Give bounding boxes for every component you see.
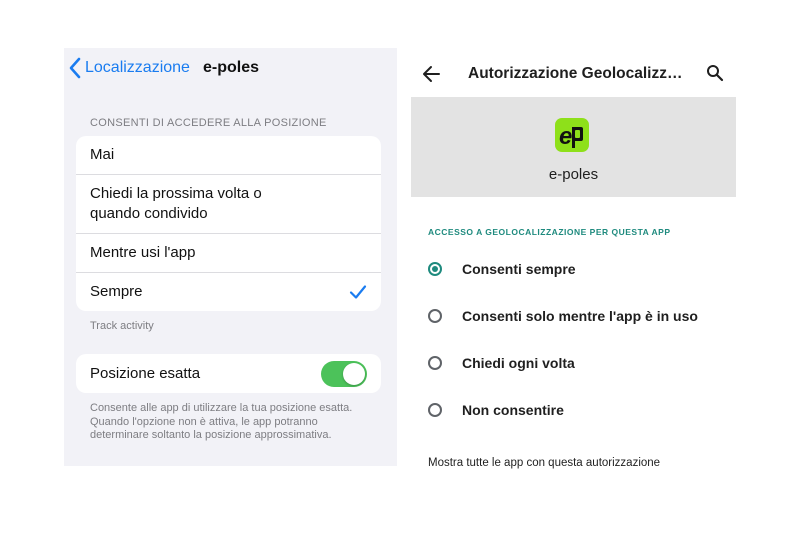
option-label: Consenti sempre (462, 261, 576, 277)
app-bar: Autorizzazione Geolocalizz… (411, 51, 736, 97)
page-title: Autorizzazione Geolocalizz… (468, 65, 683, 82)
option-label: Mai (90, 146, 115, 163)
option-deny[interactable]: Non consentire (411, 390, 736, 430)
option-label: Consenti solo mentre l'app è in uso (462, 308, 698, 324)
option-label: Chiedi ogni volta (462, 355, 575, 371)
show-all-apps-link[interactable]: Mostra tutte le app con questa autorizza… (428, 457, 660, 469)
radio-selected-icon (428, 262, 442, 276)
app-logo: e (555, 118, 589, 152)
navigation-bar: Localizzazione e-poles (64, 48, 397, 88)
radio-icon (428, 309, 442, 323)
ep-logo-icon: e (559, 123, 583, 150)
back-label: Localizzazione (85, 59, 190, 76)
option-ask-next-time[interactable]: Chiedi la prossima volta o quando condiv… (76, 175, 381, 234)
section-header: CONSENTI DI ACCEDERE ALLA POSIZIONE (90, 117, 327, 129)
precise-location-description: Consente alle app di utilizzare la tua p… (90, 402, 353, 441)
precise-location-toggle[interactable] (321, 360, 367, 387)
option-ask-every-time[interactable]: Chiedi ogni volta (411, 343, 736, 383)
option-while-using[interactable]: Mentre usi l'app (76, 234, 381, 273)
option-never[interactable]: Mai (76, 136, 381, 175)
option-always[interactable]: Sempre (76, 273, 381, 311)
app-header: e e-poles (411, 97, 736, 197)
option-label: Sempre (90, 283, 143, 300)
option-label: Non consentire (462, 402, 564, 418)
radio-icon (428, 356, 442, 370)
footnote: Track activity (90, 320, 154, 332)
search-icon[interactable] (706, 64, 724, 82)
checkmark-icon (349, 285, 367, 299)
option-allow-while-in-use[interactable]: Consenti solo mentre l'app è in uso (411, 296, 736, 336)
back-button[interactable]: Localizzazione (68, 57, 190, 79)
option-allow-always[interactable]: Consenti sempre (411, 249, 736, 289)
app-name: e-poles (548, 166, 599, 183)
option-label: Chiedi la prossima volta o quando condiv… (90, 185, 262, 222)
precise-location-label: Posizione esatta (90, 365, 201, 382)
android-permission-screen: Autorizzazione Geolocalizz… e e-poles AC… (411, 51, 736, 481)
arrow-back-icon[interactable] (421, 63, 443, 85)
radio-icon (428, 403, 442, 417)
ios-location-settings: Localizzazione e-poles CONSENTI DI ACCED… (64, 48, 397, 466)
page-title: e-poles (203, 59, 260, 76)
option-label: Mentre usi l'app (90, 244, 196, 261)
precise-location-group: Posizione esatta (76, 354, 381, 393)
toggle-knob (343, 362, 365, 385)
location-access-options: Mai Chiedi la prossima volta o quando co… (76, 136, 381, 311)
chevron-left-icon (69, 57, 81, 79)
svg-text:e: e (559, 123, 572, 150)
precise-location-row: Posizione esatta (76, 354, 381, 393)
section-header: ACCESSO A GEOLOCALIZZAZIONE PER QUESTA A… (428, 227, 671, 237)
